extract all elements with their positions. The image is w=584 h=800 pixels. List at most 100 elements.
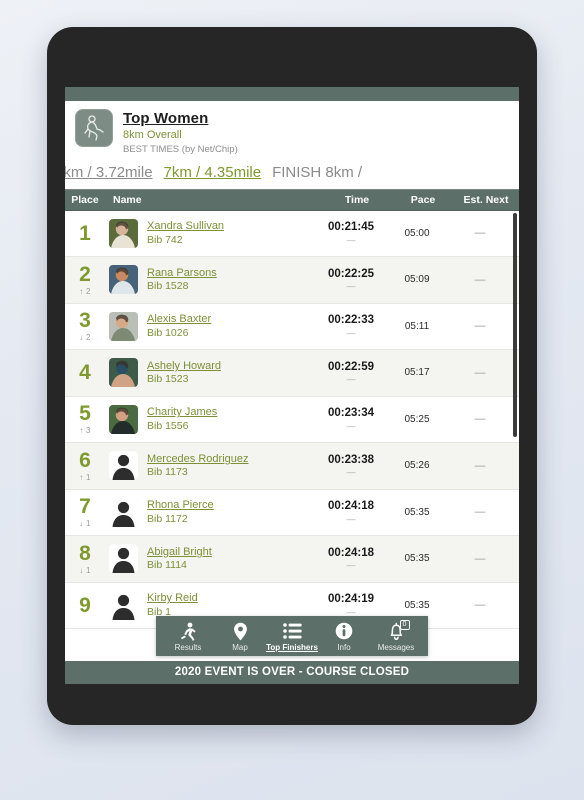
nav-item-map[interactable]: Map bbox=[214, 621, 266, 652]
runner-name-link[interactable]: Ashely Howard bbox=[147, 359, 315, 373]
avatar-cell bbox=[105, 358, 141, 388]
bottom-navigation-bar[interactable]: Results Map Top Finishers Info 0 Messages bbox=[156, 616, 428, 656]
runner-name-link[interactable]: Xandra Sullivan bbox=[147, 219, 315, 233]
name-cell[interactable]: Abigail Bright Bib 1114 bbox=[141, 545, 315, 573]
pace-cell: 05:09 bbox=[404, 274, 430, 286]
nav-item-messages[interactable]: 0 Messages bbox=[370, 620, 422, 652]
name-cell[interactable]: Charity James Bib 1556 bbox=[141, 405, 315, 433]
place-number: 6 bbox=[79, 448, 91, 472]
table-row[interactable]: 3 ↓ 2 Alexis Baxter Bib 1026 00:22:33—05:11— bbox=[65, 303, 519, 351]
place-change-indicator: ↑ 2 bbox=[79, 286, 91, 296]
nav-item-results[interactable]: Results bbox=[162, 621, 214, 652]
scrollbar-thumb[interactable] bbox=[513, 212, 517, 437]
place-change-indicator: ↓ 1 bbox=[79, 519, 91, 529]
runner-name-link[interactable]: Alexis Baxter bbox=[147, 312, 315, 326]
time-secondary: — bbox=[346, 234, 356, 245]
app-header-text: Top Women 8km Overall BEST TIMES (by Net… bbox=[123, 109, 238, 156]
place-cell: 4 bbox=[65, 362, 105, 383]
time-value: 00:23:34 bbox=[327, 407, 375, 420]
place-number: 9 bbox=[79, 593, 91, 617]
avatar-cell bbox=[105, 497, 141, 527]
name-cell[interactable]: Ashely Howard Bib 1523 bbox=[141, 359, 315, 387]
time-secondary: — bbox=[346, 281, 356, 292]
runner-name-link[interactable]: Kirby Reid bbox=[147, 591, 315, 605]
time-cell: 00:24:18— bbox=[315, 547, 387, 572]
table-row[interactable]: 8 ↓ 1 Abigail Bright Bib 1114 00:24:18—05:35… bbox=[65, 536, 519, 583]
time-value: 00:21:45 bbox=[327, 221, 375, 234]
place-number: 4 bbox=[79, 361, 91, 385]
time-cell: 00:21:45— bbox=[315, 221, 387, 246]
pace-cell: 05:35 bbox=[404, 599, 430, 611]
results-table-body[interactable]: 1 Xandra Sullivan Bib 742 00:21:45—05:00—2 ↑… bbox=[65, 210, 519, 661]
place-change-indicator: ↓ 1 bbox=[79, 565, 91, 575]
table-row[interactable]: 2 ↑ 2 Rana Parsons Bib 1528 00:22:25—05:09— bbox=[65, 257, 519, 304]
time-cell: 00:22:25— bbox=[315, 268, 387, 293]
runner-logo-icon bbox=[75, 109, 113, 147]
info-icon bbox=[335, 621, 353, 641]
avatar-cell bbox=[105, 590, 141, 620]
time-cell: 00:24:19— bbox=[315, 593, 387, 618]
runner-name-link[interactable]: Rhona Pierce bbox=[147, 498, 315, 512]
name-cell[interactable]: Alexis Baxter Bib 1026 bbox=[141, 312, 315, 340]
place-cell: 9 bbox=[65, 595, 105, 616]
split-tab-7km[interactable]: 7km / 4.35mile bbox=[164, 164, 262, 181]
nav-item-info[interactable]: Info bbox=[318, 621, 370, 652]
split-tab-bar[interactable]: 6km / 3.72mile 7km / 4.35mile FINISH 8km… bbox=[65, 159, 519, 189]
column-header-pace: Pace bbox=[410, 193, 436, 206]
app-screen: Top Women 8km Overall BEST TIMES (by Net… bbox=[65, 87, 519, 684]
runner-bib: Bib 1528 bbox=[147, 280, 189, 293]
time-value: 00:24:18 bbox=[327, 546, 375, 559]
pace-cell: 05:11 bbox=[404, 320, 430, 332]
pace-cell: 05:17 bbox=[404, 367, 430, 379]
nav-item-label: Info bbox=[337, 643, 351, 652]
avatar bbox=[108, 358, 138, 388]
time-value: 00:24:19 bbox=[327, 593, 375, 606]
nav-item-label: Results bbox=[174, 643, 202, 652]
messages-badge: 0 bbox=[399, 620, 410, 630]
table-row[interactable]: 4 Ashely Howard Bib 1523 00:22:59—05:17— bbox=[65, 350, 519, 397]
time-secondary: — bbox=[346, 467, 356, 478]
time-secondary: — bbox=[346, 374, 356, 385]
est-next-cell: — bbox=[474, 413, 486, 426]
runner-icon bbox=[180, 621, 197, 641]
est-next-cell: — bbox=[474, 552, 486, 565]
split-tab-6km[interactable]: 6km / 3.72mile bbox=[65, 164, 153, 181]
runner-name-link[interactable]: Mercedes Rodriguez bbox=[147, 452, 315, 466]
table-row[interactable]: 7 ↓ 1 Rhona Pierce Bib 1172 00:24:18—05:35— bbox=[65, 489, 519, 537]
nav-item-top-finishers[interactable]: Top Finishers bbox=[266, 621, 318, 652]
avatar bbox=[108, 497, 138, 527]
table-row[interactable]: 1 Xandra Sullivan Bib 742 00:21:45—05:00— bbox=[65, 210, 519, 258]
table-row[interactable]: 5 ↑ 3 Charity James Bib 1556 00:23:34—05:25— bbox=[65, 396, 519, 444]
est-next-cell: — bbox=[474, 366, 486, 379]
avatar bbox=[108, 404, 138, 434]
time-value: 00:22:59 bbox=[327, 360, 375, 373]
column-header-est-next: Est. Next bbox=[463, 193, 509, 206]
time-secondary: — bbox=[346, 420, 356, 431]
name-cell[interactable]: Rhona Pierce Bib 1172 bbox=[141, 498, 315, 526]
time-value: 00:22:33 bbox=[327, 314, 375, 327]
table-row[interactable]: 6 ↑ 1 Mercedes Rodriguez Bib 1173 00:23:38—0… bbox=[65, 443, 519, 490]
runner-name-link[interactable]: Charity James bbox=[147, 405, 315, 419]
pace-cell: 05:35 bbox=[404, 506, 430, 518]
runner-bib: Bib 1172 bbox=[147, 512, 188, 525]
app-header: Top Women 8km Overall BEST TIMES (by Net… bbox=[65, 101, 519, 160]
place-number: 5 bbox=[79, 402, 91, 426]
split-tab-finish[interactable]: FINISH 8km / bbox=[272, 164, 362, 181]
page-subtitle: 8km Overall bbox=[123, 129, 182, 141]
nav-item-label: Messages bbox=[377, 643, 415, 652]
pace-cell: 05:25 bbox=[404, 413, 430, 425]
vertical-scrollbar[interactable] bbox=[513, 211, 517, 661]
time-value: 00:24:18 bbox=[327, 500, 375, 513]
runner-name-link[interactable]: Rana Parsons bbox=[147, 266, 315, 280]
runner-name-link[interactable]: Abigail Bright bbox=[147, 545, 315, 559]
place-number: 1 bbox=[79, 221, 91, 245]
page-title: Top Women bbox=[123, 110, 209, 127]
time-secondary: — bbox=[346, 513, 356, 524]
name-cell[interactable]: Xandra Sullivan Bib 742 bbox=[141, 219, 315, 247]
name-cell[interactable]: Mercedes Rodriguez Bib 1173 bbox=[141, 452, 315, 480]
time-cell: 00:23:38— bbox=[315, 454, 387, 479]
place-number: 3 bbox=[79, 309, 91, 333]
name-cell[interactable]: Rana Parsons Bib 1528 bbox=[141, 266, 315, 294]
runner-bib: Bib 1173 bbox=[147, 466, 188, 479]
results-table-header: Place Name Time Pace Est. Next bbox=[65, 188, 519, 211]
